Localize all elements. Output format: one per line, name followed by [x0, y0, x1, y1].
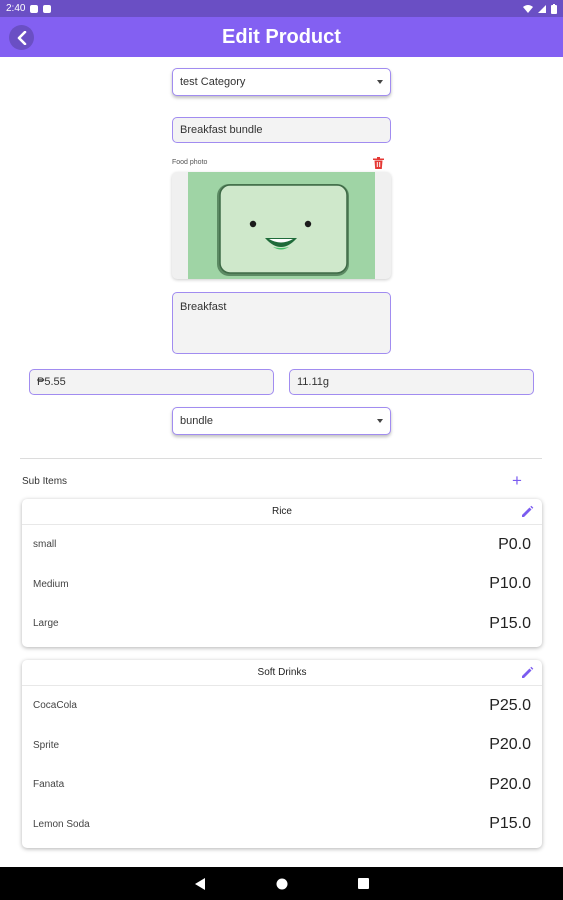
list-item: CocaCola P25.0 [22, 686, 542, 726]
sub-item-price: P0.0 [498, 535, 531, 553]
card-header: Soft Drinks [22, 660, 542, 686]
food-photo-image [188, 172, 375, 279]
signal-icon [538, 4, 546, 13]
status-bar: 2:40 [0, 0, 563, 17]
list-item: Lemon Soda P15.0 [22, 805, 542, 845]
weight-value: 11.11g [297, 376, 330, 388]
list-item: Sprite P20.0 [22, 726, 542, 766]
sub-item-price: P15.0 [489, 815, 531, 833]
card-header: Rice [22, 499, 542, 525]
sub-item-price: P10.0 [489, 575, 531, 593]
food-photo[interactable] [172, 172, 391, 279]
description-field[interactable]: Breakfast [172, 292, 391, 354]
list-item: Large P15.0 [22, 604, 542, 644]
list-item: Fanata P20.0 [22, 765, 542, 805]
sub-items-label: Sub Items [22, 476, 68, 487]
sub-item-name: Sprite [33, 739, 60, 751]
weight-field[interactable]: 11.11g [289, 369, 534, 395]
category-value: test Category [180, 76, 246, 88]
sub-item-name: Large [33, 618, 59, 630]
category-dropdown[interactable]: test Category [172, 68, 391, 96]
description-value: Breakfast [180, 301, 227, 313]
type-value: bundle [180, 415, 214, 427]
product-name-field[interactable]: Breakfast bundle [172, 117, 391, 143]
card-title: Rice [271, 506, 292, 517]
back-arrow-icon [17, 30, 26, 45]
sub-item-price: P25.0 [489, 696, 531, 714]
back-button[interactable] [9, 25, 34, 50]
sub-item-card-rice: Rice small P0.0 Medium P10.0 Large P15.0 [22, 499, 542, 647]
sub-item-name: small [33, 539, 57, 551]
app-notification-icon [43, 4, 52, 13]
sub-item-price: P20.0 [489, 775, 531, 793]
status-time: 2:40 [6, 3, 26, 14]
sub-item-price: P15.0 [489, 614, 531, 632]
food-photo-label: Food photo [172, 159, 208, 166]
pencil-icon[interactable] [520, 666, 534, 680]
dropdown-caret-icon [377, 419, 383, 423]
sub-item-name: CocaCola [33, 700, 77, 712]
nav-home-icon[interactable] [276, 878, 288, 890]
sub-item-name: Medium [33, 578, 69, 590]
sub-item-name: Fanata [33, 779, 65, 791]
dropdown-caret-icon [377, 80, 383, 84]
message-notification-icon [30, 4, 39, 13]
type-dropdown[interactable]: bundle [172, 407, 391, 435]
plus-icon[interactable]: + [512, 472, 522, 489]
list-item: small P0.0 [22, 525, 542, 565]
nav-back-icon[interactable] [194, 877, 206, 890]
price-value: ₱5.55 [37, 376, 66, 388]
sub-item-name: Lemon Soda [33, 818, 90, 830]
page-title: Edit Product [222, 25, 341, 48]
system-nav-bar [0, 867, 563, 900]
trash-icon[interactable] [373, 157, 384, 169]
app-bar: Edit Product [0, 17, 563, 57]
sub-item-card-soft-drinks: Soft Drinks CocaCola P25.0 Sprite P20.0 … [22, 660, 542, 848]
list-item: Medium P10.0 [22, 565, 542, 605]
pencil-icon[interactable] [520, 505, 534, 519]
product-name-value: Breakfast bundle [180, 124, 263, 136]
divider [20, 458, 542, 459]
wifi-icon [523, 4, 533, 13]
card-title: Soft Drinks [257, 667, 307, 678]
battery-icon [551, 3, 557, 14]
sub-item-price: P20.0 [489, 736, 531, 754]
price-field[interactable]: ₱5.55 [29, 369, 274, 395]
nav-recents-icon[interactable] [358, 878, 369, 889]
